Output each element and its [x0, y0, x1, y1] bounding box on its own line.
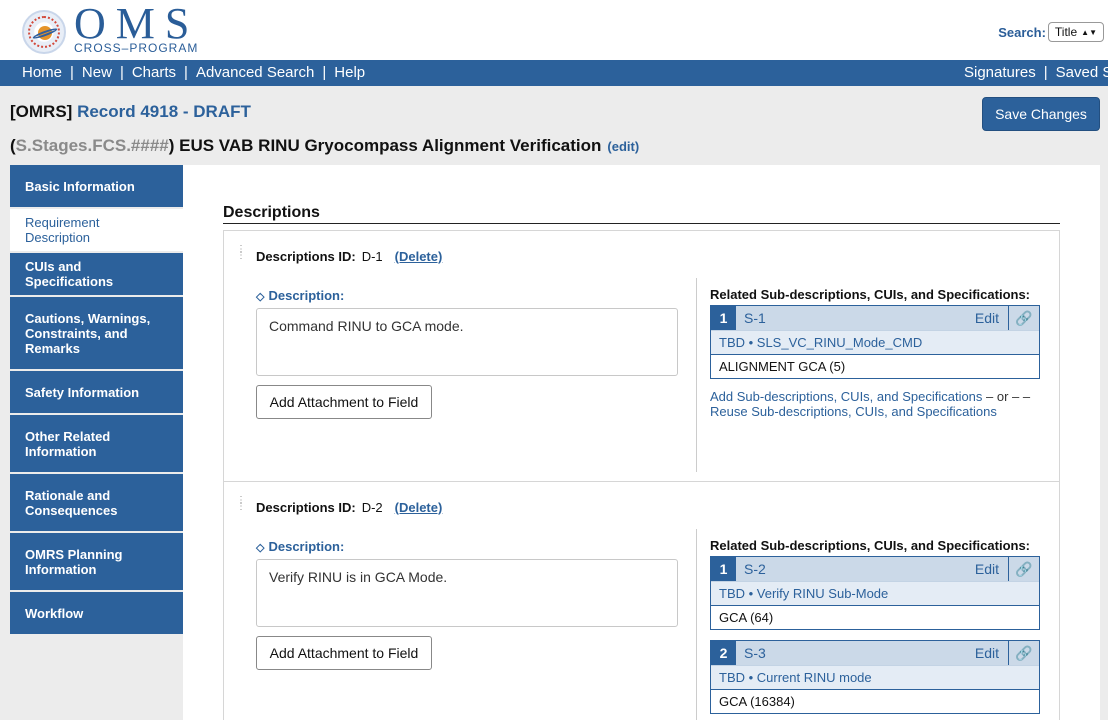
oms-seal-logo[interactable]	[22, 10, 66, 54]
spec-value-row: GCA (64)	[711, 605, 1039, 629]
description-id-label: Descriptions ID:	[256, 249, 356, 264]
nav-home[interactable]: Home	[22, 64, 62, 81]
sidebar-item-rationale[interactable]: Rationale and Consequences	[10, 474, 183, 533]
spec-edit-link[interactable]: Edit	[975, 645, 999, 661]
sidebar-item-safety-information[interactable]: Safety Information	[10, 371, 183, 415]
search-label: Search:	[998, 24, 1046, 40]
sidebar-item-workflow[interactable]: Workflow	[10, 592, 183, 636]
drag-handle-icon[interactable]: ⋮ ⋮	[236, 496, 246, 512]
description-label-text: Description:	[268, 539, 345, 554]
nav-separator: |	[119, 64, 124, 81]
spec-card: 1 S-2 Edit 🔗 TBD • Verify RINU Sub-Mode …	[710, 556, 1040, 630]
spec-number: 1	[711, 306, 736, 330]
description-id: Descriptions ID: D-1 (Delete)	[256, 249, 442, 264]
description-id: Descriptions ID: D-2 (Delete)	[256, 500, 442, 515]
search-area: Search: Title ▲▼	[998, 22, 1104, 42]
requirement-code: S.Stages.FCS.####	[15, 136, 169, 155]
spec-card: 1 S-1 Edit 🔗 TBD • SLS_VC_RINU_Mode_CMD …	[710, 305, 1040, 379]
spec-value-row: GCA (16384)	[711, 689, 1039, 713]
link-icon[interactable]: 🔗	[1008, 306, 1039, 330]
spec-id-link[interactable]: S-3	[744, 645, 766, 661]
nav-help[interactable]: Help	[334, 64, 365, 81]
description-id-value: D-1	[361, 249, 383, 264]
spec-edit-link[interactable]: Edit	[975, 310, 999, 326]
save-changes-button[interactable]: Save Changes	[982, 97, 1100, 131]
nav-separator: |	[184, 64, 188, 81]
reuse-sub-descriptions-link[interactable]: Reuse Sub-descriptions, CUIs, and Specif…	[710, 404, 997, 419]
sidebar-item-other-related[interactable]: Other Related Information	[10, 415, 183, 474]
drag-handle-icon[interactable]: ⋮ ⋮	[236, 245, 246, 261]
related-specs-label: Related Sub-descriptions, CUIs, and Spec…	[710, 287, 1031, 302]
sidebar-item-omrs-planning[interactable]: OMRS Planning Information	[10, 533, 183, 592]
link-icon[interactable]: 🔗	[1008, 557, 1039, 581]
description-label-text: Description:	[268, 288, 345, 303]
spec-id-link[interactable]: S-1	[744, 310, 766, 326]
spec-number: 1	[711, 557, 736, 581]
nav-separator: |	[322, 64, 327, 81]
related-specs-label: Related Sub-descriptions, CUIs, and Spec…	[710, 538, 1031, 553]
description-field-label: ◇ Description:	[256, 288, 344, 303]
record-title-link[interactable]: Record 4918 - DRAFT	[77, 102, 251, 121]
app-header: OMS CROSS–PROGRAM Search: Title ▲▼	[0, 0, 1108, 60]
requirement-name: ) EUS VAB RINU Gryocompass Alignment Ver…	[168, 136, 602, 155]
spec-card: 2 S-3 Edit 🔗 TBD • Current RINU mode GCA…	[710, 640, 1040, 714]
description-field-label: ◇ Description:	[256, 539, 344, 554]
diamond-icon: ◇	[256, 291, 265, 303]
description-textarea[interactable]: Verify RINU is in GCA Mode.	[256, 559, 678, 627]
delete-description-link[interactable]: (Delete)	[395, 249, 443, 264]
nav-signatures[interactable]: Signatures	[964, 64, 1036, 81]
column-divider	[696, 529, 697, 720]
logo-subtext: CROSS–PROGRAM	[74, 41, 199, 55]
diamond-icon: ◇	[256, 542, 265, 554]
description-id-label: Descriptions ID:	[256, 500, 356, 515]
spec-number: 2	[711, 641, 736, 665]
add-sub-descriptions-link[interactable]: Add Sub-descriptions, CUIs, and Specific…	[710, 389, 982, 404]
link-icon[interactable]: 🔗	[1008, 641, 1039, 665]
requirement-title: (S.Stages.FCS.####) EUS VAB RINU Gryocom…	[10, 136, 639, 156]
spec-tbd-row: TBD • Verify RINU Sub-Mode	[711, 581, 1039, 605]
sidebar-item-cuis-specifications[interactable]: CUIs and Specifications	[10, 253, 183, 297]
spec-tbd-row: TBD • Current RINU mode	[711, 665, 1039, 689]
record-title: [OMRS] Record 4918 - DRAFT	[10, 102, 251, 122]
descriptions-heading: Descriptions	[223, 204, 1060, 224]
description-textarea[interactable]: Command RINU to GCA mode.	[256, 308, 678, 376]
search-type-select[interactable]: Title ▲▼	[1047, 22, 1104, 42]
nav-advanced-search[interactable]: Advanced Search	[196, 64, 314, 81]
spec-edit-link[interactable]: Edit	[975, 561, 999, 577]
nav-separator: |	[70, 64, 74, 81]
record-prefix: [OMRS]	[10, 102, 73, 121]
add-attachment-button[interactable]: Add Attachment to Field	[256, 385, 432, 419]
add-attachment-button[interactable]: Add Attachment to Field	[256, 636, 432, 670]
spec-id-link[interactable]: S-2	[744, 561, 766, 577]
spec-value-row: ALIGNMENT GCA (5)	[711, 354, 1039, 378]
logo-text: OMS	[74, 0, 200, 48]
delete-description-link[interactable]: (Delete)	[395, 500, 443, 515]
nav-saved-searches[interactable]: Saved S	[1056, 64, 1108, 81]
description-id-value: D-2	[361, 500, 383, 515]
column-divider	[696, 278, 697, 472]
edit-title-link[interactable]: (edit)	[607, 139, 639, 154]
add-reuse-links: Add Sub-descriptions, CUIs, and Specific…	[710, 389, 1031, 419]
nav-separator: |	[1043, 64, 1048, 81]
main-nav: Home | New | Charts | Advanced Search | …	[0, 60, 1108, 86]
search-type-value: Title	[1054, 25, 1078, 39]
main-content: Descriptions ⋮ ⋮ Descriptions ID: D-1 (Dele…	[183, 165, 1100, 720]
nav-charts[interactable]: Charts	[132, 64, 176, 81]
or-separator: – or –	[982, 389, 1020, 404]
sidebar-item-requirement-description[interactable]: Requirement Description	[10, 209, 183, 253]
sidebar-item-cautions-warnings[interactable]: Cautions, Warnings, Constraints, and Rem…	[10, 297, 183, 371]
chevron-updown-icon: ▲▼	[1081, 27, 1097, 37]
description-block: ⋮ ⋮ Descriptions ID: D-2 (Delete) ◇ Descript…	[223, 482, 1060, 720]
spec-tbd-row: TBD • SLS_VC_RINU_Mode_CMD	[711, 330, 1039, 354]
section-sidebar: Basic Information Requirement Descriptio…	[10, 165, 183, 636]
nav-new[interactable]: New	[82, 64, 112, 81]
description-block: ⋮ ⋮ Descriptions ID: D-1 (Delete) ◇ Descript…	[223, 230, 1060, 482]
sidebar-item-basic-information[interactable]: Basic Information	[10, 165, 183, 209]
